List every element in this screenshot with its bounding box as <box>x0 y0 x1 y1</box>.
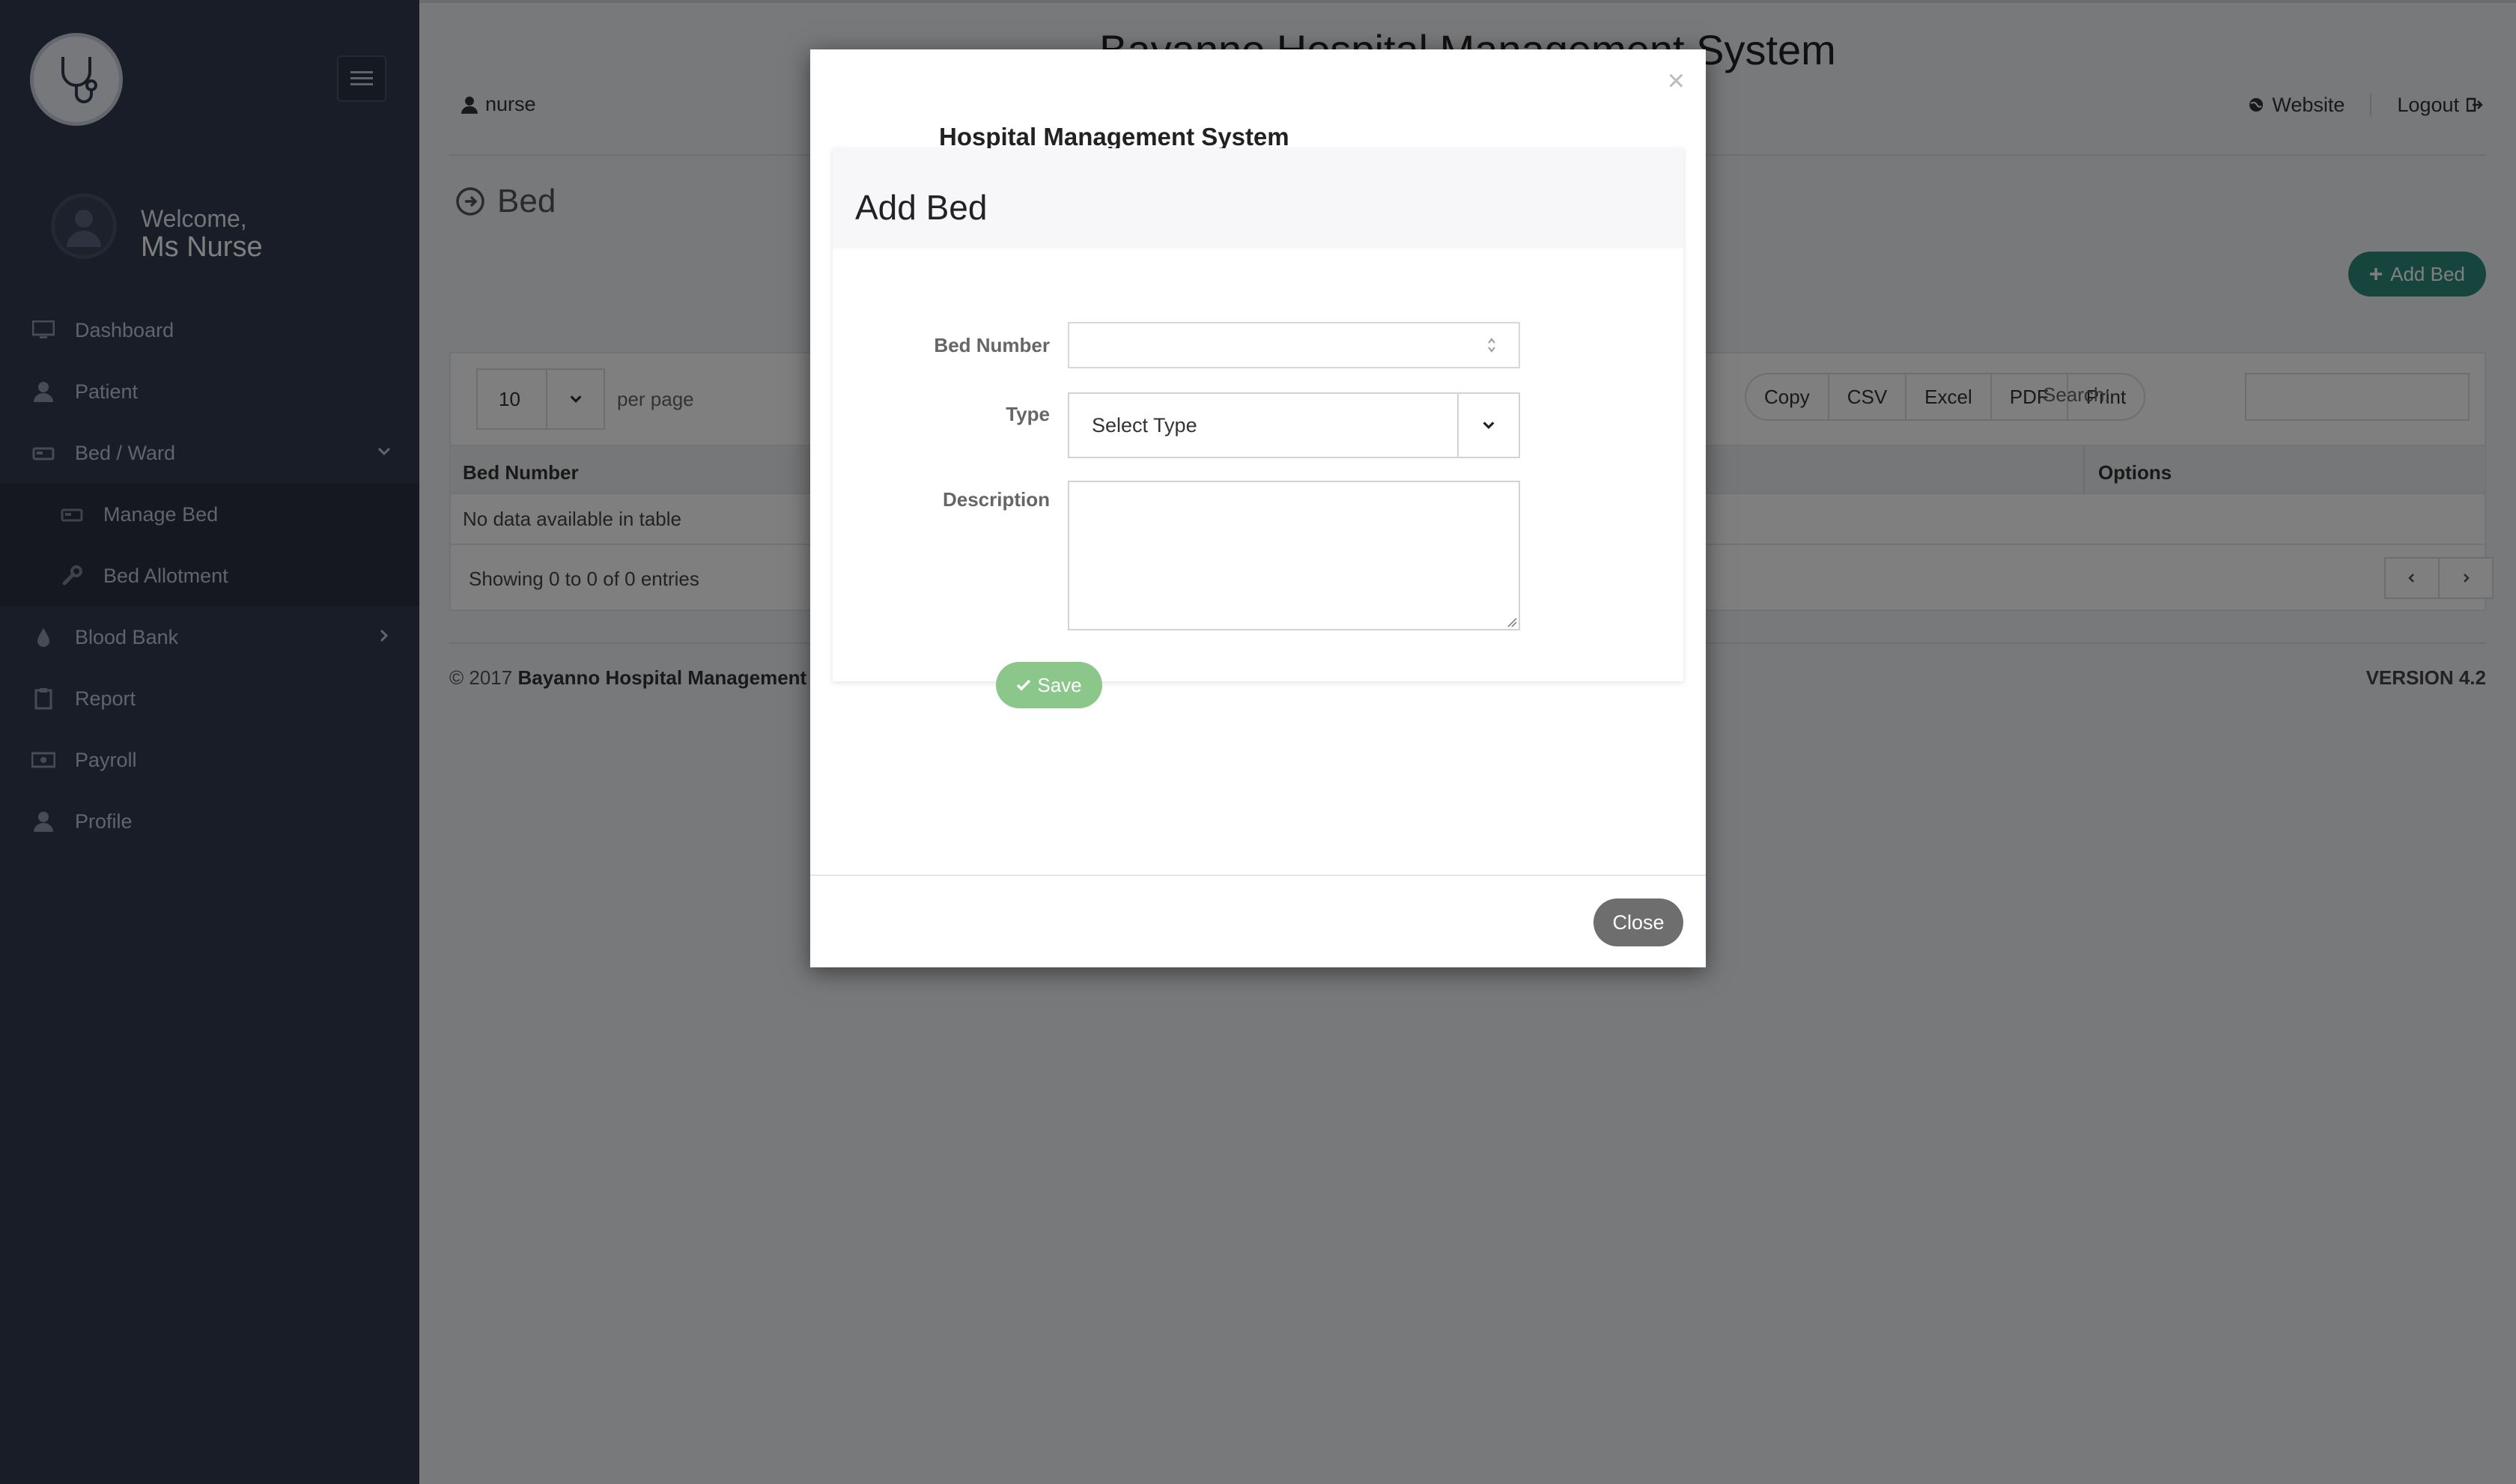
check-icon <box>1017 679 1031 691</box>
save-button[interactable]: Save <box>996 662 1102 708</box>
bed-number-label: Bed Number <box>934 334 1050 356</box>
type-select[interactable]: Select Type <box>1068 392 1520 458</box>
type-select-value: Select Type <box>1092 413 1197 437</box>
description-label: Description <box>942 488 1050 511</box>
add-bed-form-panel: Add Bed Bed Number Type Select Type Desc… <box>833 148 1683 708</box>
resize-handle-icon[interactable] <box>1505 615 1517 627</box>
bed-number-input[interactable] <box>1068 322 1520 368</box>
form-title: Add Bed <box>855 188 988 227</box>
type-label: Type <box>1006 403 1050 425</box>
modal-title: Hospital Management System <box>939 123 1289 150</box>
close-button[interactable]: Close <box>1593 898 1683 946</box>
save-label: Save <box>1037 673 1082 696</box>
close-icon[interactable]: × <box>1668 66 1685 96</box>
add-bed-modal: Hospital Management System × Add Bed Bed… <box>810 49 1706 967</box>
number-spinner-icon[interactable] <box>1486 334 1498 356</box>
chevron-down-icon <box>1457 393 1519 457</box>
modal-footer-divider <box>810 875 1706 876</box>
description-textarea[interactable] <box>1068 481 1520 630</box>
form-panel-header: Add Bed <box>833 148 1683 249</box>
